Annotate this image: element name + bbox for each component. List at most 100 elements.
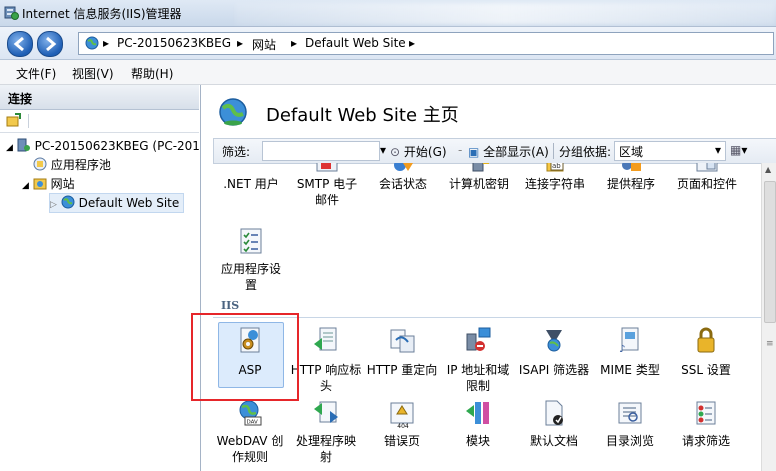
breadcrumb-site[interactable]: Default Web Site	[305, 36, 406, 50]
svg-text:♪: ♪	[619, 344, 625, 354]
feature-label: MIME 类型	[600, 363, 660, 377]
filter-bar: 筛选: ▾ ⊙ 开始(G) - ▣ 全部显示(A) 分组依据: 区域 ▾ ▦▾	[213, 138, 776, 164]
feature-app-settings[interactable]: 应用程序设 置	[213, 227, 289, 293]
smtp-email-icon	[316, 163, 338, 172]
feature-label: 错误页	[383, 434, 420, 448]
title-bar: Internet 信息服务(IIS)管理器	[0, 0, 776, 27]
feature-connection-strings[interactable]: ab 连接字符串	[517, 163, 593, 223]
svg-text:ab: ab	[552, 163, 561, 170]
separator-dash: -	[458, 143, 463, 157]
feature-ssl-settings[interactable]: SSL 设置	[668, 326, 744, 388]
svg-text:DAV: DAV	[247, 420, 259, 426]
feature-http-redirect[interactable]: HTTP 重定向	[364, 326, 440, 388]
view-toggle-button[interactable]: ▦▾	[730, 143, 747, 157]
feature-label: 处理程序映 射	[295, 434, 356, 464]
tree-item-sites[interactable]: ◢ 网站	[22, 175, 75, 193]
feature-pages-controls[interactable]: 页面和控件	[669, 163, 745, 223]
tree-item-default-web-site[interactable]: ▷ Default Web Site	[49, 193, 185, 213]
arrow-right-icon	[46, 36, 57, 52]
chevron-right-icon: ▸	[237, 36, 244, 50]
feature-modules[interactable]: 模块	[440, 399, 516, 461]
feature-handler-mappings[interactable]: 处理程序映 射	[288, 399, 364, 464]
app-pool-icon	[33, 157, 47, 171]
collapse-icon: ◢	[22, 181, 29, 191]
directory-browsing-icon	[618, 402, 642, 424]
webdav-icon: DAV	[239, 400, 262, 426]
providers-icon	[622, 163, 641, 171]
group-by-label: 分组依据:	[559, 145, 612, 159]
navigation-bar: ▸ PC-20150623KBEG ▸ 网站 ▸ Default Web Sit…	[0, 27, 776, 60]
filter-divider	[553, 143, 554, 159]
forward-button[interactable]	[37, 31, 63, 57]
globe-icon	[61, 195, 75, 209]
breadcrumb-server[interactable]: PC-20150623KBEG	[117, 36, 231, 50]
site-globe-icon	[219, 98, 247, 126]
main-pane: Default Web Site 主页 筛选: ▾ ⊙ 开始(G) - ▣ 全部…	[191, 85, 776, 471]
feature-label: IP 地址和域 限制	[446, 363, 510, 393]
feature-mime-types[interactable]: ♪ MIME 类型	[592, 326, 668, 388]
feature-label: WebDAV 创 作规则	[216, 434, 284, 464]
feature-label: SMTP 电子 邮件	[296, 177, 358, 207]
feature-http-response-headers[interactable]: HTTP 响应标 头	[288, 326, 364, 393]
menu-bar: 文件(F) 视图(V) 帮助(H)	[0, 60, 776, 85]
dropdown-arrow-icon[interactable]: ▾	[380, 143, 386, 157]
group-by-select[interactable]: 区域 ▾	[614, 141, 726, 161]
tree-item-server[interactable]: ◢ PC-20150623KBEG (PC-201	[6, 137, 200, 155]
feature-label: ISAPI 筛选器	[518, 363, 590, 377]
filter-label: 筛选:	[222, 145, 251, 159]
connections-header: 连接	[0, 85, 199, 110]
feature-session-state[interactable]: 会话状态	[365, 163, 441, 223]
window-title: Internet 信息服务(IIS)管理器	[22, 7, 182, 21]
tree-label: 应用程序池	[50, 158, 111, 172]
address-bar[interactable]: ▸ PC-20150623KBEG ▸ 网站 ▸ Default Web Sit…	[78, 32, 774, 55]
scroll-up-icon[interactable]: ▲	[765, 165, 771, 174]
feature-label: 模块	[465, 434, 490, 448]
iis-app-icon	[4, 6, 19, 20]
feature-isapi-filters[interactable]: ISAPI 筛选器	[516, 326, 592, 388]
globe-icon	[85, 36, 99, 50]
mime-types-icon: ♪	[619, 327, 639, 354]
menu-help[interactable]: 帮助(H)	[131, 65, 173, 82]
page-title: Default Web Site 主页	[266, 105, 459, 126]
feature-label: 计算机密钥	[448, 177, 509, 191]
chevron-right-icon: ▸	[409, 36, 416, 50]
show-all-button[interactable]: ▣ 全部显示(A)	[468, 143, 549, 160]
feature-ip-domain-restrictions[interactable]: IP 地址和域 限制	[440, 326, 516, 393]
feature-smtp-email[interactable]: SMTP 电子 邮件	[289, 163, 365, 223]
expand-icon: ▷	[50, 200, 57, 210]
feature-directory-browsing[interactable]: 目录浏览	[592, 399, 668, 461]
feature-request-filtering[interactable]: 请求筛选	[668, 399, 744, 461]
feature-dotnet-users[interactable]: .NET 用户	[213, 163, 289, 223]
feature-providers[interactable]: 提供程序	[593, 163, 669, 223]
feature-label: 提供程序	[606, 177, 655, 191]
sites-folder-icon	[33, 178, 47, 190]
feature-label: HTTP 重定向	[366, 363, 438, 377]
machine-key-icon	[472, 163, 489, 172]
binoculars-icon: ⊙	[390, 145, 401, 159]
main-scrollbar[interactable]: ▲ ≡	[761, 163, 776, 471]
feature-default-document[interactable]: 默认文档	[516, 399, 592, 461]
default-document-icon	[545, 400, 563, 426]
menu-view[interactable]: 视图(V)	[72, 65, 114, 82]
feature-webdav-authoring[interactable]: DAV WebDAV 创 作规则	[212, 399, 288, 464]
feature-label: 会话状态	[378, 177, 427, 191]
tree-label: PC-20150623KBEG (PC-201	[34, 139, 200, 153]
connections-toolbar	[0, 110, 199, 133]
filter-input[interactable]	[262, 141, 380, 161]
back-button[interactable]	[7, 31, 33, 57]
feature-label: 应用程序设 置	[220, 262, 281, 292]
chevron-right-icon: ▸	[291, 36, 298, 50]
feature-error-pages[interactable]: 404 错误页	[364, 399, 440, 461]
session-state-icon	[394, 163, 413, 171]
feature-label: 连接字符串	[524, 177, 585, 191]
menu-file[interactable]: 文件(F)	[16, 65, 56, 82]
scroll-grip-icon: ≡	[766, 339, 774, 349]
feature-label: HTTP 响应标 头	[290, 363, 362, 393]
connect-icon[interactable]	[6, 113, 22, 129]
tree-item-app-pools[interactable]: 应用程序池	[33, 156, 111, 174]
breadcrumb-sites[interactable]: 网站	[252, 36, 276, 53]
group-title: IIS	[221, 299, 240, 312]
start-button[interactable]: ⊙ 开始(G)	[390, 143, 447, 160]
feature-machine-key[interactable]: 计算机密钥	[441, 163, 517, 223]
scrollbar-thumb[interactable]	[764, 181, 776, 323]
